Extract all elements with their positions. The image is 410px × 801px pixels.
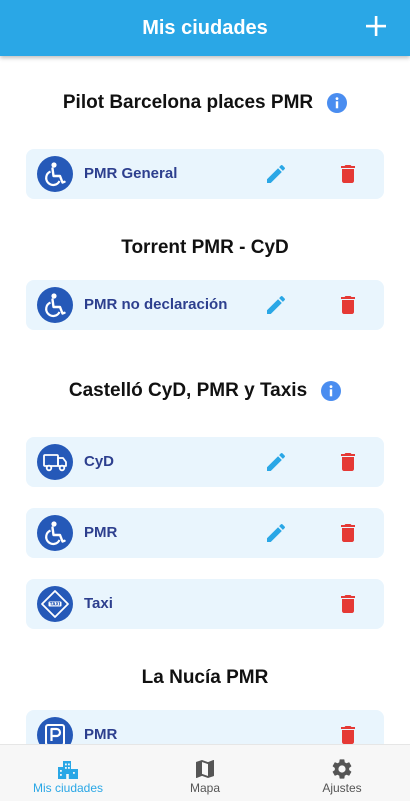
list-item[interactable]: PMR General — [26, 149, 384, 199]
group-title: Torrent PMR - CyD — [0, 233, 410, 263]
group-title: La Nucía PMR — [0, 663, 410, 693]
avatar — [37, 156, 73, 192]
edit-pencil-icon[interactable] — [264, 450, 288, 474]
list-item-label: Taxi — [84, 595, 113, 612]
nav-item-mis-ciudades[interactable]: Mis ciudades — [0, 745, 136, 801]
group-title: Pilot Barcelona places PMR — [0, 88, 410, 118]
nav-label: Mapa — [189, 781, 221, 795]
app-bar: Mis ciudades — [0, 0, 410, 56]
avatar — [37, 444, 73, 480]
nav-label: Mis ciudades — [32, 781, 104, 795]
taxi-sign-icon: TAXI — [41, 590, 69, 618]
nav-item-mapa[interactable]: Mapa — [137, 745, 273, 801]
nav-item-ajustes[interactable]: Ajustes — [274, 745, 410, 801]
parking-icon — [45, 724, 65, 744]
info-icon[interactable] — [321, 381, 342, 401]
list-item-label: CyD — [84, 453, 115, 470]
delete-trash-icon[interactable] — [336, 521, 360, 545]
edit-pencil-icon[interactable] — [264, 521, 288, 545]
add-city-button[interactable] — [364, 14, 388, 38]
list-item[interactable]: TAXI Taxi — [26, 579, 384, 629]
list-item-label: PMR — [84, 726, 118, 743]
delete-trash-icon[interactable] — [336, 162, 360, 186]
group-title-text: Castelló CyD, PMR y Taxis — [68, 380, 308, 401]
list-item[interactable]: PMR — [26, 710, 384, 744]
nav-label: Ajustes — [322, 781, 362, 795]
map-icon — [196, 760, 214, 778]
city-buildings-icon — [58, 761, 78, 779]
wheelchair-icon — [45, 293, 66, 318]
list-item-label: PMR no declaración — [84, 296, 228, 313]
edit-pencil-icon[interactable] — [264, 293, 288, 317]
group-title-text: Pilot Barcelona places PMR — [62, 92, 314, 113]
list-item[interactable]: CyD — [26, 437, 384, 487]
svg-text:TAXI: TAXI — [50, 602, 61, 607]
avatar — [37, 515, 73, 551]
wheelchair-icon — [45, 162, 66, 187]
delete-trash-icon[interactable] — [336, 723, 360, 744]
list-item-label: PMR — [84, 524, 118, 541]
delete-trash-icon[interactable] — [336, 293, 360, 317]
list-item[interactable]: PMR no declaración — [26, 280, 384, 330]
cities-list: Pilot Barcelona places PMR PMR General T… — [0, 56, 410, 744]
delivery-truck-icon — [43, 454, 67, 472]
avatar — [37, 287, 73, 323]
group-title: Castelló CyD, PMR y Taxis — [0, 376, 410, 406]
gear-icon — [332, 759, 352, 779]
delete-trash-icon[interactable] — [336, 450, 360, 474]
info-icon[interactable] — [327, 93, 348, 113]
plus-icon — [366, 16, 386, 36]
wheelchair-icon — [45, 521, 66, 546]
delete-trash-icon[interactable] — [336, 592, 360, 616]
group-title-text: Torrent PMR - CyD — [121, 237, 289, 258]
avatar — [37, 717, 73, 744]
list-item-label: PMR General — [84, 165, 178, 182]
bottom-navigation: Mis ciudades Mapa Ajustes — [0, 744, 410, 801]
group-title-text: La Nucía PMR — [141, 667, 269, 688]
list-item[interactable]: PMR — [26, 508, 384, 558]
avatar: TAXI — [37, 586, 73, 622]
edit-pencil-icon[interactable] — [264, 162, 288, 186]
page-title: Mis ciudades — [142, 17, 268, 39]
